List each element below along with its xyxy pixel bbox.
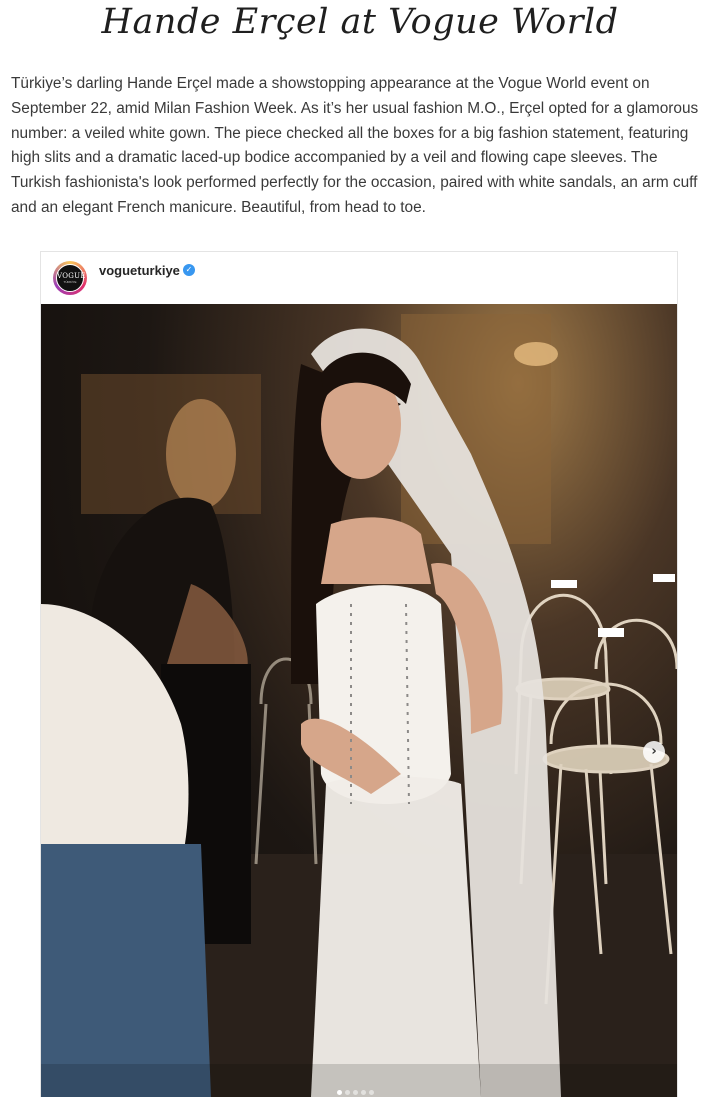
avatar-logo-subtext: TÜRKİYE: [63, 280, 77, 284]
avatar[interactable]: VOGUE TÜRKİYE: [53, 261, 87, 295]
vogue-logo-icon: VOGUE TÜRKİYE: [56, 264, 86, 292]
instagram-embed: VOGUE TÜRKİYE vogueturkiye ✓ ›: [40, 251, 678, 1097]
post-photo[interactable]: ›: [41, 304, 677, 1097]
carousel-dot: [369, 1090, 374, 1095]
chevron-right-icon: ›: [651, 744, 657, 759]
carousel-dot: [361, 1090, 366, 1095]
article-body: Türkiye’s darling Hande Erçel made a sho…: [11, 75, 699, 216]
username-link[interactable]: vogueturkiye: [99, 263, 180, 278]
carousel-dot: [345, 1090, 350, 1095]
carousel-indicator: [337, 1080, 377, 1095]
embed-header: VOGUE TÜRKİYE vogueturkiye ✓: [41, 252, 677, 305]
carousel-dot: [353, 1090, 358, 1095]
avatar-logo-text: VOGUE: [57, 272, 86, 280]
article-title: Hande Erçel at Vogue World: [101, 2, 619, 42]
verified-badge-icon: ✓: [183, 264, 195, 276]
carousel-dot: [337, 1090, 342, 1095]
photo-illustration: [41, 314, 677, 1097]
next-image-button[interactable]: ›: [643, 741, 665, 763]
